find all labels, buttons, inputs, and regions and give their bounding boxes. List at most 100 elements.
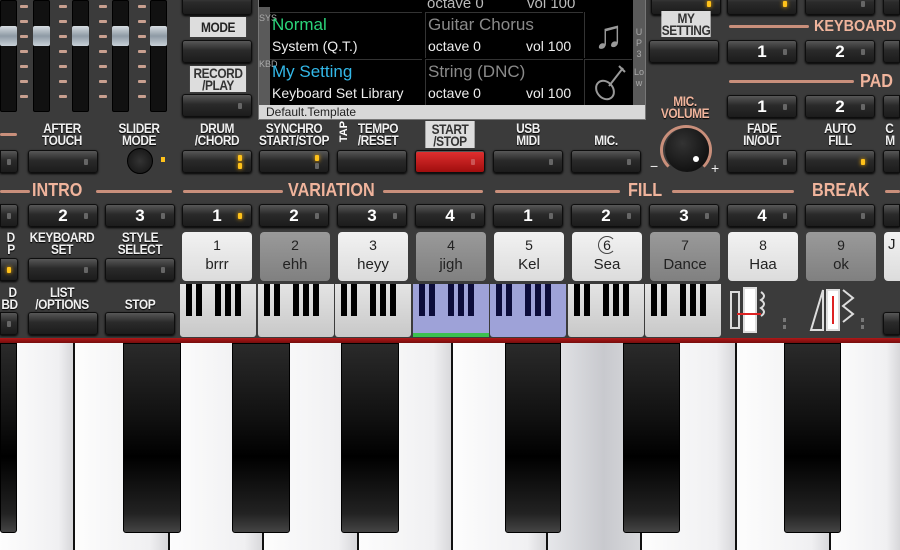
black-key[interactable] bbox=[123, 343, 181, 533]
fill-1-button[interactable]: 1 bbox=[493, 204, 563, 227]
partial-button[interactable] bbox=[883, 150, 900, 173]
voice-display[interactable]: SYS KBD octave 0 vol 100 Normal System (… bbox=[258, 0, 646, 120]
voice-lower[interactable]: String (DNC) octave 0 vol 100 bbox=[425, 59, 583, 105]
black-key[interactable] bbox=[232, 343, 290, 533]
pad-1-button[interactable]: 1 bbox=[727, 95, 797, 118]
kbd-sub: Keyboard Set Library bbox=[272, 85, 404, 101]
top-button[interactable] bbox=[883, 0, 900, 15]
pad-2-button[interactable]: 2 bbox=[805, 95, 875, 118]
start-stop-button[interactable] bbox=[415, 150, 485, 173]
my-setting-button[interactable] bbox=[649, 40, 719, 63]
intro-1-button[interactable] bbox=[0, 204, 18, 227]
kbd-setting[interactable]: My Setting Keyboard Set Library bbox=[270, 59, 422, 105]
mini-black-key bbox=[351, 284, 357, 316]
fader-track[interactable] bbox=[112, 0, 129, 112]
tap-tempo-button[interactable] bbox=[337, 150, 407, 173]
fader-track[interactable] bbox=[0, 0, 17, 112]
pad-number: 3 bbox=[369, 237, 377, 253]
top-button[interactable] bbox=[805, 0, 875, 15]
pad-button-4[interactable]: 4 jigh bbox=[416, 232, 486, 281]
usb-midi-button[interactable] bbox=[493, 150, 563, 173]
fader-track[interactable] bbox=[150, 0, 167, 112]
black-key[interactable] bbox=[505, 343, 561, 533]
variation-1-button[interactable]: 1 bbox=[182, 204, 252, 227]
pad-button-6[interactable]: 6 Sea bbox=[572, 232, 642, 281]
pad-button-5[interactable]: 5 Kel bbox=[494, 232, 564, 281]
fader-handle[interactable] bbox=[33, 26, 50, 46]
mic-button[interactable] bbox=[571, 150, 641, 173]
mic-volume-knob[interactable] bbox=[665, 128, 709, 172]
fill-3-button[interactable]: 3 bbox=[649, 204, 719, 227]
synchro-start-stop-button[interactable] bbox=[259, 150, 329, 173]
intro-2-button[interactable]: 2 bbox=[28, 204, 98, 227]
black-key[interactable] bbox=[623, 343, 680, 533]
stop-button[interactable] bbox=[105, 312, 175, 335]
mode-button[interactable] bbox=[182, 40, 252, 63]
list-options-label: LIST /OPTIONS bbox=[35, 284, 89, 312]
pad-button-3[interactable]: 3 heyy bbox=[338, 232, 408, 281]
fade-in-out-button[interactable] bbox=[727, 150, 797, 173]
black-key[interactable] bbox=[784, 343, 841, 533]
after-touch-button[interactable] bbox=[28, 150, 98, 173]
fader-track[interactable] bbox=[33, 0, 50, 112]
auto-fill-button[interactable] bbox=[805, 150, 875, 173]
intro-3-button[interactable]: 3 bbox=[105, 204, 175, 227]
variation-4-button[interactable]: 4 bbox=[415, 204, 485, 227]
fader-handle[interactable] bbox=[72, 26, 89, 46]
fader-track[interactable] bbox=[72, 0, 89, 112]
fader-handle[interactable] bbox=[112, 26, 129, 46]
variation-3-button[interactable]: 3 bbox=[337, 204, 407, 227]
black-key[interactable] bbox=[0, 343, 17, 533]
partial-button[interactable] bbox=[0, 258, 18, 281]
fill-4-button[interactable]: 4 bbox=[727, 204, 797, 227]
slider-mode-button[interactable] bbox=[127, 148, 153, 174]
keyboard-split-icon[interactable] bbox=[727, 286, 797, 334]
fill-2-button[interactable]: 2 bbox=[571, 204, 641, 227]
mini-octave[interactable] bbox=[180, 284, 256, 337]
pad-button-8[interactable]: 8 Haa bbox=[728, 232, 798, 281]
mini-octave[interactable] bbox=[412, 284, 489, 337]
mini-octave[interactable] bbox=[645, 284, 721, 337]
mini-octave[interactable] bbox=[257, 284, 334, 337]
keyboard-1-button[interactable]: 1 bbox=[727, 40, 797, 63]
mini-octave[interactable] bbox=[335, 284, 411, 337]
top-octave: octave 0 bbox=[427, 0, 484, 12]
pad-button-partial[interactable]: J bbox=[884, 232, 900, 281]
black-key[interactable] bbox=[341, 343, 399, 533]
pad-button-2[interactable]: 2 ehh bbox=[260, 232, 330, 281]
keyboard-height-icon[interactable] bbox=[805, 286, 875, 334]
break-button[interactable] bbox=[805, 204, 875, 227]
fader-tick bbox=[99, 5, 107, 8]
top-button[interactable] bbox=[182, 0, 252, 15]
pad-3-button[interactable] bbox=[883, 95, 900, 118]
fader-handle[interactable] bbox=[0, 26, 17, 46]
pad-number: 7 bbox=[681, 237, 689, 253]
record-play-button[interactable] bbox=[182, 94, 252, 117]
drum-chord-button[interactable] bbox=[182, 150, 252, 173]
mini-black-key bbox=[622, 284, 629, 316]
partial-button[interactable] bbox=[883, 204, 900, 227]
mini-octave[interactable] bbox=[567, 284, 644, 337]
variation-2-button[interactable]: 2 bbox=[259, 204, 329, 227]
partial-button[interactable] bbox=[883, 312, 900, 335]
keyboard-2-button[interactable]: 2 bbox=[805, 40, 875, 63]
keyboard-set-button[interactable] bbox=[28, 258, 98, 281]
record-play-label: RECORD /PLAY bbox=[189, 66, 247, 92]
pad-button-1[interactable]: 1 brrr bbox=[182, 232, 252, 281]
break-header: BREAK bbox=[812, 180, 870, 200]
keyboard-3-button[interactable] bbox=[883, 40, 900, 63]
voice-upper[interactable]: Guitar Chorus octave 0 vol 100 bbox=[425, 12, 583, 58]
sys-setting[interactable]: Normal System (Q.T.) bbox=[270, 12, 422, 58]
top-button[interactable] bbox=[727, 0, 797, 15]
mini-octave[interactable] bbox=[490, 284, 566, 337]
style-select-button[interactable] bbox=[105, 258, 175, 281]
list-options-button[interactable] bbox=[28, 312, 98, 335]
partial-button[interactable] bbox=[0, 312, 18, 335]
mini-black-key bbox=[341, 284, 347, 316]
partial-button[interactable] bbox=[0, 150, 18, 173]
fader-handle[interactable] bbox=[150, 26, 167, 46]
usb-midi-label: USB MIDI bbox=[516, 120, 540, 148]
after-touch-label: AFTER TOUCH bbox=[42, 120, 82, 148]
pad-button-9[interactable]: 9 ok bbox=[806, 232, 876, 281]
pad-button-7[interactable]: 7 Dance bbox=[650, 232, 720, 281]
